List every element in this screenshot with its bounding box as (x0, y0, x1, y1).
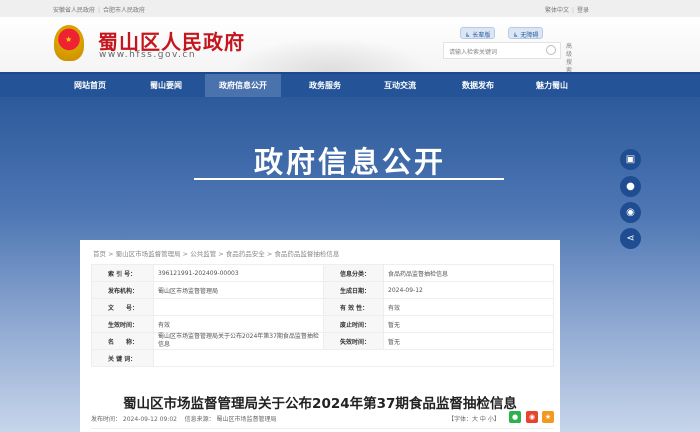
crumb-home[interactable]: 首页 (93, 250, 106, 258)
label: 名 称： (91, 332, 154, 350)
crumb-public[interactable]: 公共监管 (190, 250, 216, 258)
nav-gov-info[interactable]: 政府信息公开 (205, 74, 281, 97)
value: 蜀山区市场监督管理局 (153, 281, 324, 299)
font-size-control[interactable]: 【字体：大 中 小】 (448, 414, 500, 423)
label: 索 引 号： (91, 264, 154, 282)
table-row: 名 称： 蜀山区市场监督管理局关于公布2024年第37期食品监督抽检信息 失效时间：… (91, 332, 554, 350)
wechat-icon[interactable]: ● (620, 176, 641, 197)
table-row: 发布机构： 蜀山区市场监督管理局 生成日期： 2024-09-12 (91, 281, 554, 299)
table-row: 索 引 号： 396121991-202409-00003 信息分类： 食品药品监督抽… (91, 264, 554, 282)
value: 有效 (153, 315, 324, 333)
advanced-search-link[interactable]: 高级搜索 (566, 43, 576, 75)
crumb-bureau[interactable]: 蜀山区市场监督管理局 (116, 250, 181, 258)
link-login[interactable]: 登录 (577, 7, 589, 14)
label: 废止时间： (323, 315, 384, 333)
weibo-share-icon[interactable]: ◉ (526, 411, 538, 423)
label: 发布机构： (91, 281, 154, 299)
crumb-food[interactable]: 食品药品安全 (226, 250, 265, 258)
elder-version-button[interactable]: ♿︎ 长辈版 (460, 27, 496, 39)
wechat-share-icon[interactable]: ● (509, 411, 521, 423)
banner-underline (194, 178, 504, 180)
link-anhui[interactable]: 安徽省人民政府 (53, 7, 95, 14)
content-panel: 首页 > 蜀山区市场监督管理局 > 公共监管 > 食品药品安全 > 食品药品监督… (80, 240, 560, 432)
label: 关 键 词： (91, 349, 154, 367)
favorite-icon[interactable]: ★ (542, 411, 554, 423)
site-url: www.hfss.gov.cn (99, 50, 197, 60)
breadcrumb: 首页 > 蜀山区市场监督管理局 > 公共监管 > 食品药品安全 > 食品药品监督… (93, 250, 340, 258)
table-row: 生效时间： 有效 废止时间： 暂无 (91, 315, 554, 333)
label: 失效时间： (323, 332, 384, 350)
nav-interaction[interactable]: 互动交流 (362, 74, 438, 97)
crumb-current[interactable]: 食品药品监督抽检信息 (274, 250, 339, 258)
header: ★ 蜀山区人民政府 www.hfss.gov.cn ♿︎ 长辈版 ♿ 无障碍 请… (0, 17, 700, 75)
nav-data[interactable]: 数据发布 (440, 74, 516, 97)
value: 有效 (383, 298, 554, 316)
nav-charm[interactable]: 魅力蜀山 (514, 74, 590, 97)
accessibility-label: 无障碍 (520, 32, 539, 39)
weibo-icon[interactable]: ◉ (620, 202, 641, 223)
link-traditional[interactable]: 繁体中文 (545, 7, 569, 14)
national-emblem-icon: ★ (54, 25, 84, 61)
search-icon[interactable] (546, 45, 556, 55)
table-row: 文 号： 有 效 性： 有效 (91, 298, 554, 316)
android-icon[interactable]: ▣ (620, 149, 641, 170)
nav-home[interactable]: 网站首页 (52, 74, 128, 97)
label: 信息分类： (323, 264, 384, 282)
search-input[interactable]: 请输入检索关键词 (443, 42, 561, 59)
label: 生成日期： (323, 281, 384, 299)
value: 2024-09-12 (383, 281, 554, 299)
nav-services[interactable]: 政务服务 (287, 74, 363, 97)
value: 食品药品监督抽检信息 (383, 264, 554, 282)
search-placeholder: 请输入检索关键词 (449, 49, 498, 56)
share-icon[interactable]: ⋖ (620, 228, 641, 249)
accessibility-icon: ♿ (513, 32, 519, 39)
value: 暂无 (383, 315, 554, 333)
elder-label: 长辈版 (472, 32, 491, 39)
table-row: 关 键 词： (91, 349, 554, 367)
banner-title: 政府信息公开 (253, 145, 446, 179)
label: 生效时间： (91, 315, 154, 333)
publish-time: 发布时间： 2024-09-12 09:02 (91, 416, 177, 423)
elder-icon: ♿︎ (465, 32, 471, 39)
value (153, 298, 324, 316)
article-title: 蜀山区市场监督管理局关于公布2024年第37期食品监督抽检信息 (123, 396, 517, 412)
link-hefei[interactable]: 合肥市人民政府 (103, 7, 145, 14)
accessibility-button[interactable]: ♿ 无障碍 (508, 27, 544, 39)
nav-news[interactable]: 蜀山要闻 (128, 74, 204, 97)
label: 有 效 性： (323, 298, 384, 316)
top-bar: 安徽省人民政府 | 合肥市人民政府 繁体中文 | 登录 (0, 0, 700, 17)
info-table: 索 引 号： 396121991-202409-00003 信息分类： 食品药品监督抽… (91, 264, 554, 367)
value: 蜀山区市场监督管理局关于公布2024年第37期食品监督抽检信息 (153, 332, 324, 350)
article-meta: 发布时间： 2024-09-12 09:02 信息来源： 蜀山区市场监督管理局 (91, 414, 277, 423)
value: 396121991-202409-00003 (153, 264, 324, 282)
main-nav: 网站首页 蜀山要闻 政府信息公开 政务服务 互动交流 数据发布 魅力蜀山 (0, 72, 700, 97)
mountain-decoration (230, 37, 430, 72)
value (153, 349, 554, 367)
value: 暂无 (383, 332, 554, 350)
info-source: 信息来源： 蜀山区市场监督管理局 (184, 416, 277, 423)
divider (91, 428, 554, 429)
label: 文 号： (91, 298, 154, 316)
